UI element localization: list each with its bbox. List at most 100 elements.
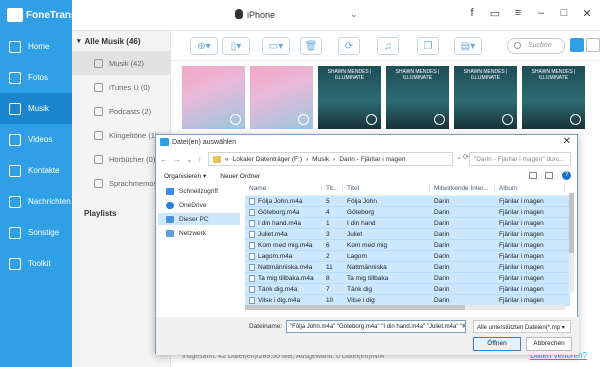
breadcrumb-item[interactable]: Lokaler Datenträger (F:) [233,156,302,163]
filename-input[interactable]: "Följa John.m4a" "Göteborg.m4a" "I din h… [286,320,466,333]
list-view-button[interactable] [586,38,600,52]
column-track[interactable]: Tit... [322,185,343,192]
add-button[interactable]: ⊕▾ [190,37,218,55]
audio-file-icon [249,230,255,238]
nav-item-onedrive[interactable]: OneDrive [158,199,240,211]
category-item-itunes-u[interactable]: iTunes U (0) [72,75,170,99]
new-folder-button[interactable]: Neuer Ordner [220,173,260,180]
toolbox-button[interactable]: ▤▾ [454,37,482,55]
column-name[interactable]: Name [245,185,322,192]
organize-menu[interactable]: Organisieren ▾ [164,172,206,180]
app-name: FoneTrans [26,10,77,21]
plus-icon: ⊕▾ [197,40,211,52]
menu-icon[interactable]: ≡ [511,7,525,20]
chat-icon [9,195,21,208]
facebook-icon[interactable]: f [465,7,479,20]
sidebar-item-home[interactable]: Home [0,31,72,62]
nav-item-quick-access[interactable]: Schnellzugriff [158,185,240,197]
bell-icon [94,130,103,140]
photo-icon [9,71,21,84]
refresh-icon[interactable]: ⟳ [463,153,469,161]
all-music-header[interactable]: ▾ Alle Musik (46) [72,31,170,51]
file-row[interactable]: Tänk dig.m4a 7 Tänk dig Darin Fjärilar i mag… [245,284,570,295]
ringtone-button[interactable]: ♫ [377,37,399,55]
nav-item-this-pc[interactable]: Dieser PC [158,213,240,225]
chevron-down-icon[interactable]: ⌄ [186,155,193,164]
folder-icon [213,155,221,163]
close-icon[interactable]: ✕ [563,136,571,147]
message-icon[interactable]: ▭ [488,7,502,20]
category-item-musik[interactable]: Musik (42) [72,51,170,75]
navigation-pane: Schnellzugriff OneDrive Dieser PC Netzwe… [158,185,240,315]
search-input[interactable]: Suchen [507,38,565,54]
search-icon [514,42,521,49]
file-row[interactable]: Nattmänniska.m4a 11 Nattmänniska Darin Fjäri… [245,262,570,273]
open-button[interactable]: Öffnen [473,337,521,351]
sidebar-item-videos[interactable]: Videos [0,124,72,155]
column-album[interactable]: Album [495,185,565,192]
scroll-thumb[interactable] [245,305,465,310]
sync-button[interactable]: ⟳ [338,37,360,55]
help-icon[interactable]: ? [562,171,571,180]
back-arrow-icon[interactable]: ← [160,155,168,164]
file-row[interactable]: Ta mig tillbaka.m4a 8 Ta mig tillbaka Darin… [245,273,570,284]
chevron-down-icon[interactable]: ⌄ [350,9,358,20]
category-item-podcasts[interactable]: Podcasts (2) [72,99,170,123]
album-thumbnail[interactable]: SHAWN MENDES | ILLUMINATE [386,66,449,129]
audio-file-icon [249,274,255,282]
album-thumbnail[interactable]: SHAWN MENDES | ILLUMINATE [522,66,585,129]
breadcrumb-item[interactable]: Darin - Fjärilar i magen [339,156,405,163]
music-badge-icon [230,114,241,125]
album-thumbnail[interactable] [250,66,313,129]
file-row[interactable]: Juliet.m4a 3 Juliet Darin Fjärilar i magen [245,229,570,240]
sidebar-item-musik[interactable]: Musik [0,93,72,124]
column-artist[interactable]: Mitwirkende Inter... [430,185,495,192]
device-selector[interactable]: iPhone [235,9,275,20]
horizontal-scrollbar[interactable] [245,305,565,310]
export-device-button[interactable]: ▯▾ [222,37,250,55]
path-breadcrumb[interactable]: « Lokaler Datenträger (F:) › Musik › Dar… [208,152,453,166]
sidebar-item-sonstige[interactable]: Sonstige [0,217,72,248]
bell-icon: ♫ [384,40,392,52]
copy-button[interactable]: ❐ [417,37,439,55]
sidebar-item-toolkit[interactable]: Toolkit [0,248,72,279]
album-thumbnail[interactable] [182,66,245,129]
chevron-down-icon[interactable]: ⌄ [456,153,462,161]
album-thumbnail[interactable]: SHAWN MENDES | ILLUMINATE [454,66,517,129]
music-badge-icon [570,114,581,125]
column-title[interactable]: Titel [343,185,430,192]
device-name: iPhone [247,10,276,20]
file-row[interactable]: Kom med mig.m4a 6 Kom med mig Darin Fjärilar… [245,240,570,251]
album-thumbnail[interactable]: SHAWN MENDES | ILLUMINATE [318,66,381,129]
delete-button[interactable]: 🗑 [300,37,322,55]
grid-view-button[interactable] [570,38,584,52]
up-arrow-icon[interactable]: ↑ [198,155,202,164]
close-icon[interactable]: ✕ [580,7,594,20]
refresh-icon: ⟳ [344,40,354,52]
sidebar-item-fotos[interactable]: Fotos [0,62,72,93]
file-row[interactable]: Lagom.m4a 2 Lagom Darin Fjärilar i magen [245,251,570,262]
maximize-icon[interactable]: □ [557,7,571,20]
minimize-icon[interactable]: – [534,7,548,20]
music-badge-icon [366,114,377,125]
toolbox-icon: ▤▾ [460,40,476,52]
copy-icon: ❐ [423,40,433,52]
file-row[interactable]: Följa John.m4a 5 Följa John Darin Fjärilar i… [245,196,570,207]
file-row[interactable]: I din hand.m4a 1 I din hand Darin Fjärilar i… [245,218,570,229]
file-row[interactable]: Göteborg.m4a 4 Göteborg Darin Fjärilar i mag… [245,207,570,218]
preview-pane-icon[interactable] [545,172,553,179]
nav-item-network[interactable]: Netzwerk [158,227,240,239]
forward-arrow-icon[interactable]: → [173,155,181,164]
sidebar-item-kontakte[interactable]: Kontakte [0,155,72,186]
vertical-scrollbar[interactable] [569,193,574,293]
view-options-icon[interactable] [529,172,537,179]
cancel-button[interactable]: Abbrechen [526,337,572,351]
audio-file-icon [249,219,255,227]
sidebar-item-nachrichten[interactable]: Nachrichten [0,186,72,217]
home-icon [9,40,21,53]
file-type-select[interactable]: Alle unterstützten Dateien(*.mp ▾ [473,320,571,333]
scroll-thumb[interactable] [569,193,574,253]
export-pc-button[interactable]: ▭▾ [262,37,290,55]
dialog-search-input[interactable]: "Darin - Fjärilar i magen" durc... [469,152,571,166]
breadcrumb-item[interactable]: Musik [312,156,329,163]
